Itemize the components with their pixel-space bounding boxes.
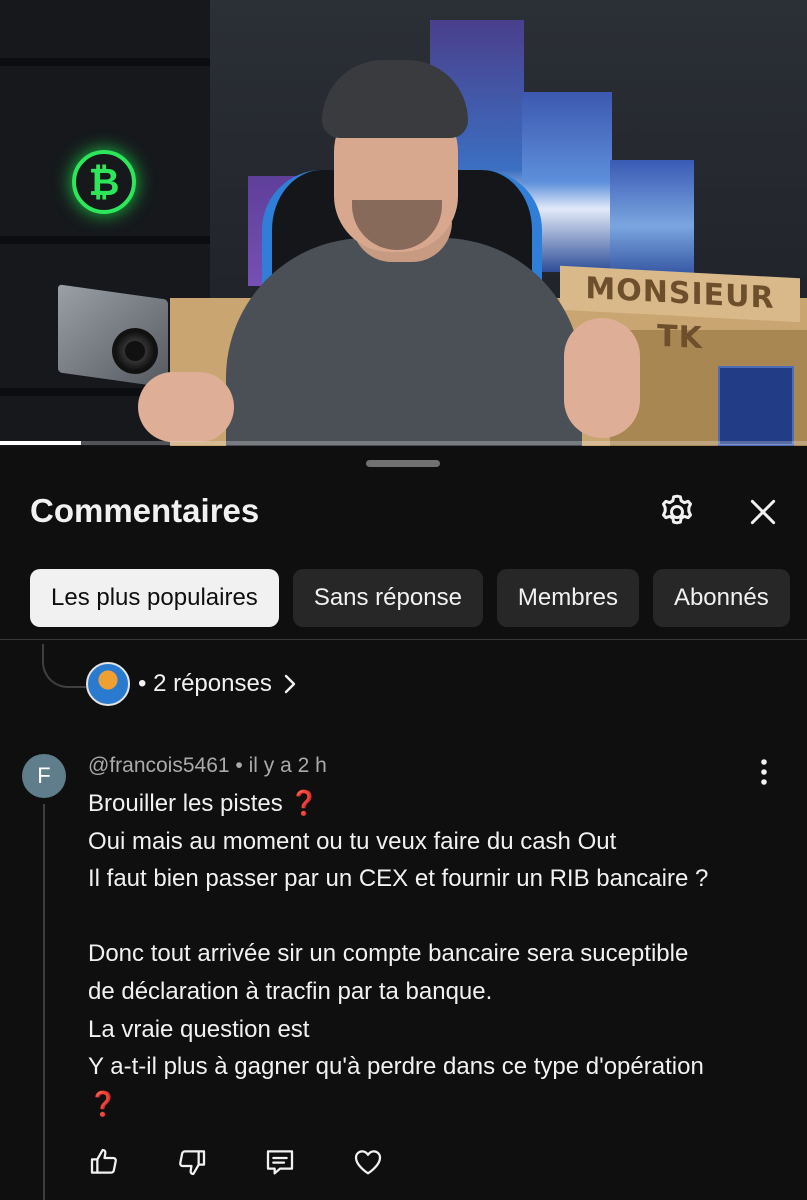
replies-link[interactable]: • 2 réponses (86, 662, 298, 706)
reply-button[interactable] (260, 1142, 300, 1182)
comment-meta: @francois5461 • il y a 2 h (88, 754, 327, 778)
close-icon (750, 499, 776, 525)
red-question-mark-emoji: ❓ (289, 790, 320, 817)
book (718, 366, 794, 446)
comment-line: ❓ (88, 1086, 778, 1124)
filter-chip-members[interactable]: Membres (496, 569, 639, 627)
comment-time: • il y a 2 h (235, 754, 327, 777)
thread-connector (42, 644, 86, 688)
more-options-button[interactable] (748, 756, 780, 788)
comment-line: La vraie question est (88, 1015, 310, 1043)
presenter-body (226, 238, 582, 446)
avatar[interactable]: F (22, 754, 66, 798)
red-question-mark-emoji: ❓ (88, 1090, 118, 1118)
like-icon (90, 1148, 117, 1174)
dislike-button[interactable] (172, 1142, 212, 1182)
comment-body: Brouiller les pistes ❓ Oui mais au momen… (88, 785, 778, 1123)
filter-chip-top[interactable]: Les plus populaires (30, 569, 279, 627)
comments-panel: Commentaires Les plus populaires Sans ré… (0, 448, 807, 1200)
wall-art (610, 160, 694, 280)
comment-line (88, 898, 778, 936)
like-button[interactable] (84, 1142, 124, 1182)
drag-handle[interactable] (366, 460, 440, 467)
divider (0, 639, 807, 640)
comment-line: Donc tout arrivée sir un compte bancaire… (88, 940, 689, 968)
video-progress-bar[interactable] (0, 441, 807, 445)
comment-line: Y a-t-il plus à gagner qu'à perdre dans … (88, 1053, 704, 1081)
settings-button[interactable] (653, 488, 701, 536)
panel-title: Commentaires (30, 492, 260, 529)
filter-chip-unanswered[interactable]: Sans réponse (292, 569, 483, 627)
shelf-board (0, 236, 210, 244)
more-vertical-icon (761, 759, 767, 785)
video-player[interactable]: ₿ MONSIEUR TK (0, 0, 807, 446)
comment-line: Il faut bien passer par un CEX et fourni… (88, 865, 709, 893)
thread-line (43, 804, 45, 1200)
mining-rig-fan (112, 328, 158, 374)
reply-icon (266, 1150, 294, 1175)
comment-line: Brouiller les pistes ❓ (88, 790, 320, 817)
dislike-icon (179, 1150, 206, 1176)
filter-chip-subscribers[interactable]: Abonnés (652, 569, 790, 627)
comment-line: Oui mais au moment ou tu veux faire du c… (88, 827, 617, 855)
comment-author[interactable]: @francois5461 (88, 754, 230, 777)
chevron-right-icon (284, 674, 296, 694)
video-progress-fill (0, 441, 81, 445)
close-button[interactable] (739, 488, 787, 536)
replies-count: • 2 réponses (138, 670, 272, 697)
reply-avatar (86, 662, 130, 706)
bitcoin-logo: ₿ (72, 150, 136, 214)
heart-button[interactable] (348, 1142, 388, 1182)
presenter-hand (564, 318, 640, 438)
filter-chips: Les plus populaires Sans réponse Membres… (30, 569, 790, 627)
gear-icon (662, 494, 692, 525)
shelf-board (0, 58, 210, 66)
comment-line: de déclaration à tracfin par ta banque. (88, 977, 493, 1005)
comment-actions (84, 1142, 436, 1182)
presenter-hand (138, 372, 234, 442)
heart-icon (354, 1150, 382, 1175)
